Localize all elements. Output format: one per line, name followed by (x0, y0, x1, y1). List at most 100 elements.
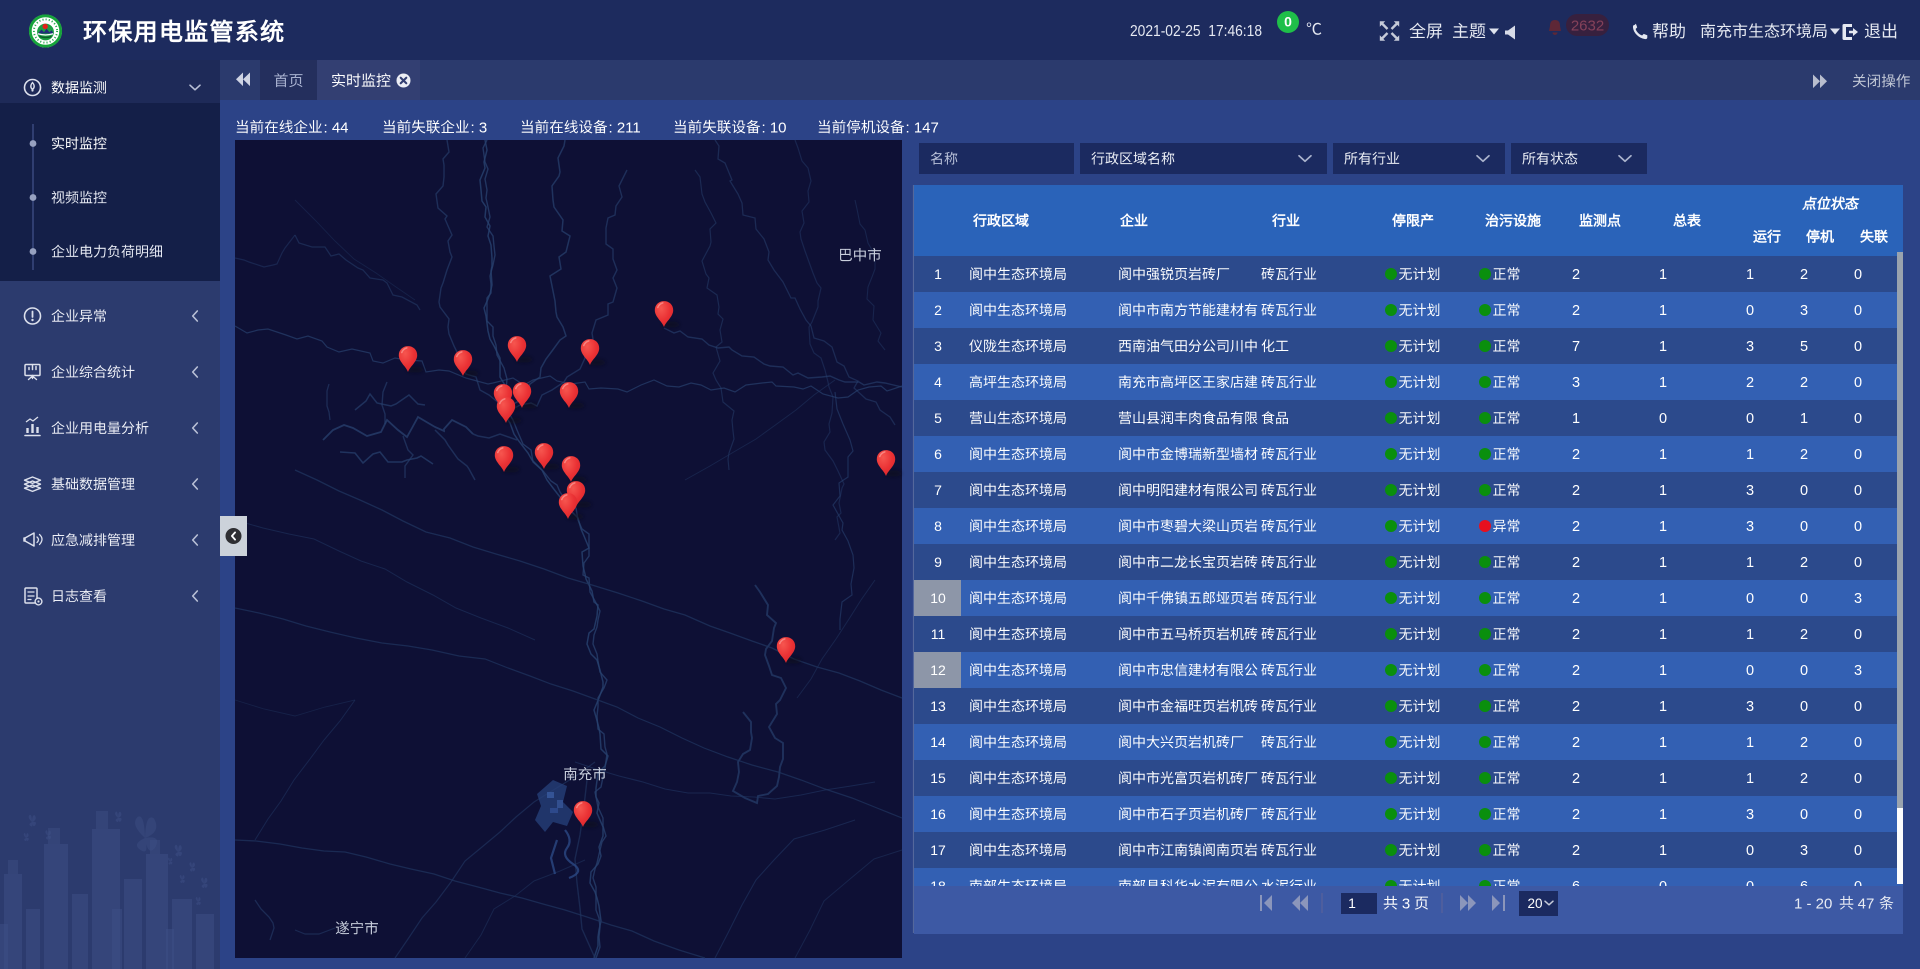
svg-text:0: 0 (1800, 807, 1808, 823)
svg-text:2: 2 (1800, 555, 1808, 571)
svg-text:0: 0 (1854, 447, 1862, 463)
svg-text:: 10: : 10 (762, 119, 787, 136)
svg-text:1: 1 (1659, 519, 1667, 535)
svg-text:0: 0 (1746, 303, 1754, 319)
svg-text:1: 1 (1659, 663, 1667, 679)
svg-text:1: 1 (1659, 555, 1667, 571)
svg-text:2: 2 (1800, 735, 1808, 751)
svg-text:1: 1 (1746, 447, 1754, 463)
svg-text:1: 1 (1659, 339, 1667, 355)
svg-text:1 - 20: 1 - 20 (1794, 895, 1832, 912)
svg-text:3: 3 (1746, 483, 1754, 499)
svg-text:: 147: : 147 (906, 119, 939, 136)
svg-text:4: 4 (934, 374, 942, 390)
svg-text:2: 2 (1572, 843, 1580, 859)
svg-text:8: 8 (934, 518, 942, 534)
svg-text:0: 0 (1746, 843, 1754, 859)
svg-text:0: 0 (1746, 663, 1754, 679)
svg-text:2: 2 (1746, 375, 1754, 391)
svg-text:0: 0 (1746, 411, 1754, 427)
svg-text:20: 20 (1527, 896, 1542, 911)
svg-text:3: 3 (1572, 375, 1580, 391)
svg-text:0: 0 (1854, 771, 1862, 787)
svg-text:13: 13 (930, 698, 946, 714)
svg-text:3: 3 (1800, 303, 1808, 319)
svg-text:1: 1 (1659, 771, 1667, 787)
svg-text:2021-02-25 17:46:18: 2021-02-25 17:46:18 (1130, 23, 1262, 40)
svg-text:1: 1 (1659, 699, 1667, 715)
svg-text:1: 1 (1659, 483, 1667, 499)
svg-text:2: 2 (1572, 591, 1580, 607)
svg-text:3: 3 (1746, 807, 1754, 823)
svg-text:0: 0 (1854, 699, 1862, 715)
svg-text:2: 2 (1572, 735, 1580, 751)
svg-text:2: 2 (1800, 267, 1808, 283)
svg-text:2: 2 (1572, 771, 1580, 787)
svg-text:16: 16 (930, 806, 946, 822)
svg-text:0: 0 (1854, 483, 1862, 499)
svg-text:12: 12 (930, 662, 946, 678)
svg-text:2: 2 (1572, 807, 1580, 823)
svg-text:: 44: : 44 (324, 119, 349, 136)
svg-text:0: 0 (1854, 339, 1862, 355)
svg-text:: 3: : 3 (471, 119, 488, 136)
svg-text:1: 1 (1659, 591, 1667, 607)
svg-text:10: 10 (930, 590, 946, 606)
svg-text:2: 2 (1572, 447, 1580, 463)
svg-text:5: 5 (934, 410, 942, 426)
svg-text:2: 2 (1800, 375, 1808, 391)
svg-text:15: 15 (930, 770, 946, 786)
svg-text:1: 1 (1348, 895, 1356, 911)
svg-text:9: 9 (934, 554, 942, 570)
svg-text:0: 0 (1800, 663, 1808, 679)
svg-text:1: 1 (1659, 843, 1667, 859)
svg-text:3: 3 (1854, 591, 1862, 607)
svg-text:0: 0 (1854, 807, 1862, 823)
svg-text:1: 1 (1746, 267, 1754, 283)
svg-text:2: 2 (1572, 483, 1580, 499)
svg-text:5: 5 (1800, 339, 1808, 355)
svg-text:2: 2 (1572, 303, 1580, 319)
svg-text:3: 3 (1854, 663, 1862, 679)
svg-text:1: 1 (1659, 735, 1667, 751)
svg-text:3: 3 (1402, 895, 1410, 912)
svg-text:1: 1 (1659, 447, 1667, 463)
svg-text:1: 1 (1659, 267, 1667, 283)
svg-text:3: 3 (934, 338, 942, 354)
svg-text:1: 1 (1659, 807, 1667, 823)
svg-text:1: 1 (1800, 411, 1808, 427)
svg-text:0: 0 (1746, 591, 1754, 607)
svg-text:0: 0 (1659, 411, 1667, 427)
svg-text:0: 0 (1854, 519, 1862, 535)
svg-text:0: 0 (1854, 375, 1862, 391)
svg-text:1: 1 (1659, 627, 1667, 643)
svg-text:3: 3 (1746, 339, 1754, 355)
svg-text:2: 2 (1800, 771, 1808, 787)
svg-text:1: 1 (1746, 555, 1754, 571)
svg-text:2: 2 (1800, 447, 1808, 463)
svg-text:0: 0 (1800, 483, 1808, 499)
svg-text:0: 0 (1854, 267, 1862, 283)
svg-text:0: 0 (1800, 699, 1808, 715)
svg-text:2: 2 (1572, 519, 1580, 535)
svg-text:3: 3 (1746, 699, 1754, 715)
svg-text:7: 7 (934, 482, 942, 498)
svg-text:47: 47 (1858, 895, 1875, 912)
svg-text:3: 3 (1800, 843, 1808, 859)
svg-text:7: 7 (1572, 339, 1580, 355)
svg-text:1: 1 (1572, 411, 1580, 427)
svg-text:1: 1 (1746, 735, 1754, 751)
svg-text:3: 3 (1746, 519, 1754, 535)
svg-text:2632: 2632 (1571, 17, 1604, 34)
svg-text:1: 1 (1659, 375, 1667, 391)
svg-text:0: 0 (1800, 591, 1808, 607)
svg-text:0: 0 (1284, 14, 1292, 30)
svg-text:2: 2 (1572, 267, 1580, 283)
svg-text:: 211: : 211 (609, 119, 641, 136)
svg-text:0: 0 (1854, 303, 1862, 319)
svg-text:14: 14 (930, 734, 946, 750)
svg-text:0: 0 (1854, 555, 1862, 571)
svg-text:0: 0 (1800, 519, 1808, 535)
svg-text:2: 2 (1572, 663, 1580, 679)
svg-text:2: 2 (1572, 627, 1580, 643)
